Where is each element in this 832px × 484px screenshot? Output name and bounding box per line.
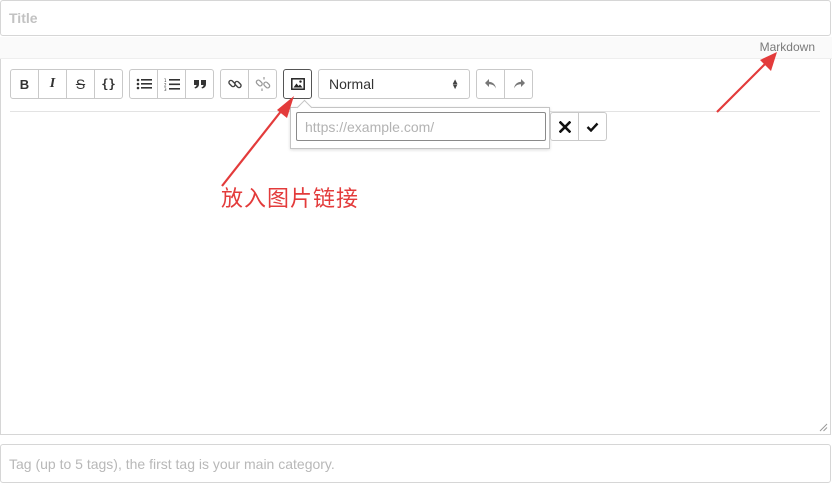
image-url-popup <box>290 107 550 149</box>
italic-button[interactable]: I <box>38 69 67 99</box>
resize-handle-icon[interactable] <box>819 423 828 432</box>
tags-input[interactable] <box>0 444 831 483</box>
block-format-select[interactable]: Normal ▲ ▼ <box>318 69 470 99</box>
ordered-list-button[interactable]: 1 2 3 <box>157 69 186 99</box>
italic-icon: I <box>49 76 56 91</box>
unlink-icon <box>255 77 270 91</box>
select-arrows-icon: ▲ ▼ <box>451 77 459 91</box>
undo-icon <box>484 79 496 89</box>
markdown-mode-link[interactable]: Markdown <box>760 40 815 54</box>
strikethrough-icon: S <box>75 76 86 92</box>
link-button[interactable] <box>220 69 249 99</box>
block-format-value: Normal <box>329 76 375 92</box>
strikethrough-button[interactable]: S <box>66 69 95 99</box>
link-group <box>220 69 277 99</box>
ordered-list-icon: 1 2 3 <box>164 78 180 91</box>
blockquote-icon <box>193 80 206 89</box>
block-format-group: 1 2 3 <box>129 69 214 99</box>
cancel-url-button[interactable] <box>550 112 579 141</box>
code-icon: {} <box>101 77 116 91</box>
svg-text:3: 3 <box>164 87 167 91</box>
confirm-url-button[interactable] <box>578 112 607 141</box>
bold-icon: B <box>19 76 30 92</box>
bold-button[interactable]: B <box>10 69 39 99</box>
history-group <box>476 69 533 99</box>
bullet-list-icon <box>136 78 152 90</box>
rich-text-editor[interactable]: B I S {} 1 2 3 Normal ▲ ▼ https://exampl… <box>0 59 831 435</box>
image-group <box>283 69 312 99</box>
check-icon <box>586 122 599 132</box>
bullet-list-button[interactable] <box>129 69 158 99</box>
code-button[interactable]: {} <box>94 69 123 99</box>
title-input[interactable] <box>0 0 831 36</box>
redo-button[interactable] <box>504 69 533 99</box>
editor-mode-bar: Markdown <box>0 37 832 59</box>
editor-toolbar: B I S {} 1 2 3 Normal ▲ ▼ <box>10 69 539 99</box>
undo-button[interactable] <box>476 69 505 99</box>
image-url-actions <box>550 112 607 141</box>
unlink-button[interactable] <box>248 69 277 99</box>
image-url-input[interactable] <box>296 112 546 141</box>
blockquote-button[interactable] <box>185 69 214 99</box>
annotation-label: 放入图片链接 <box>221 187 360 212</box>
insert-image-button[interactable] <box>283 69 312 99</box>
inline-format-group: B I S {} <box>10 69 123 99</box>
close-icon <box>558 120 571 133</box>
image-icon <box>290 78 305 90</box>
redo-icon <box>513 79 525 89</box>
link-icon <box>227 79 242 89</box>
